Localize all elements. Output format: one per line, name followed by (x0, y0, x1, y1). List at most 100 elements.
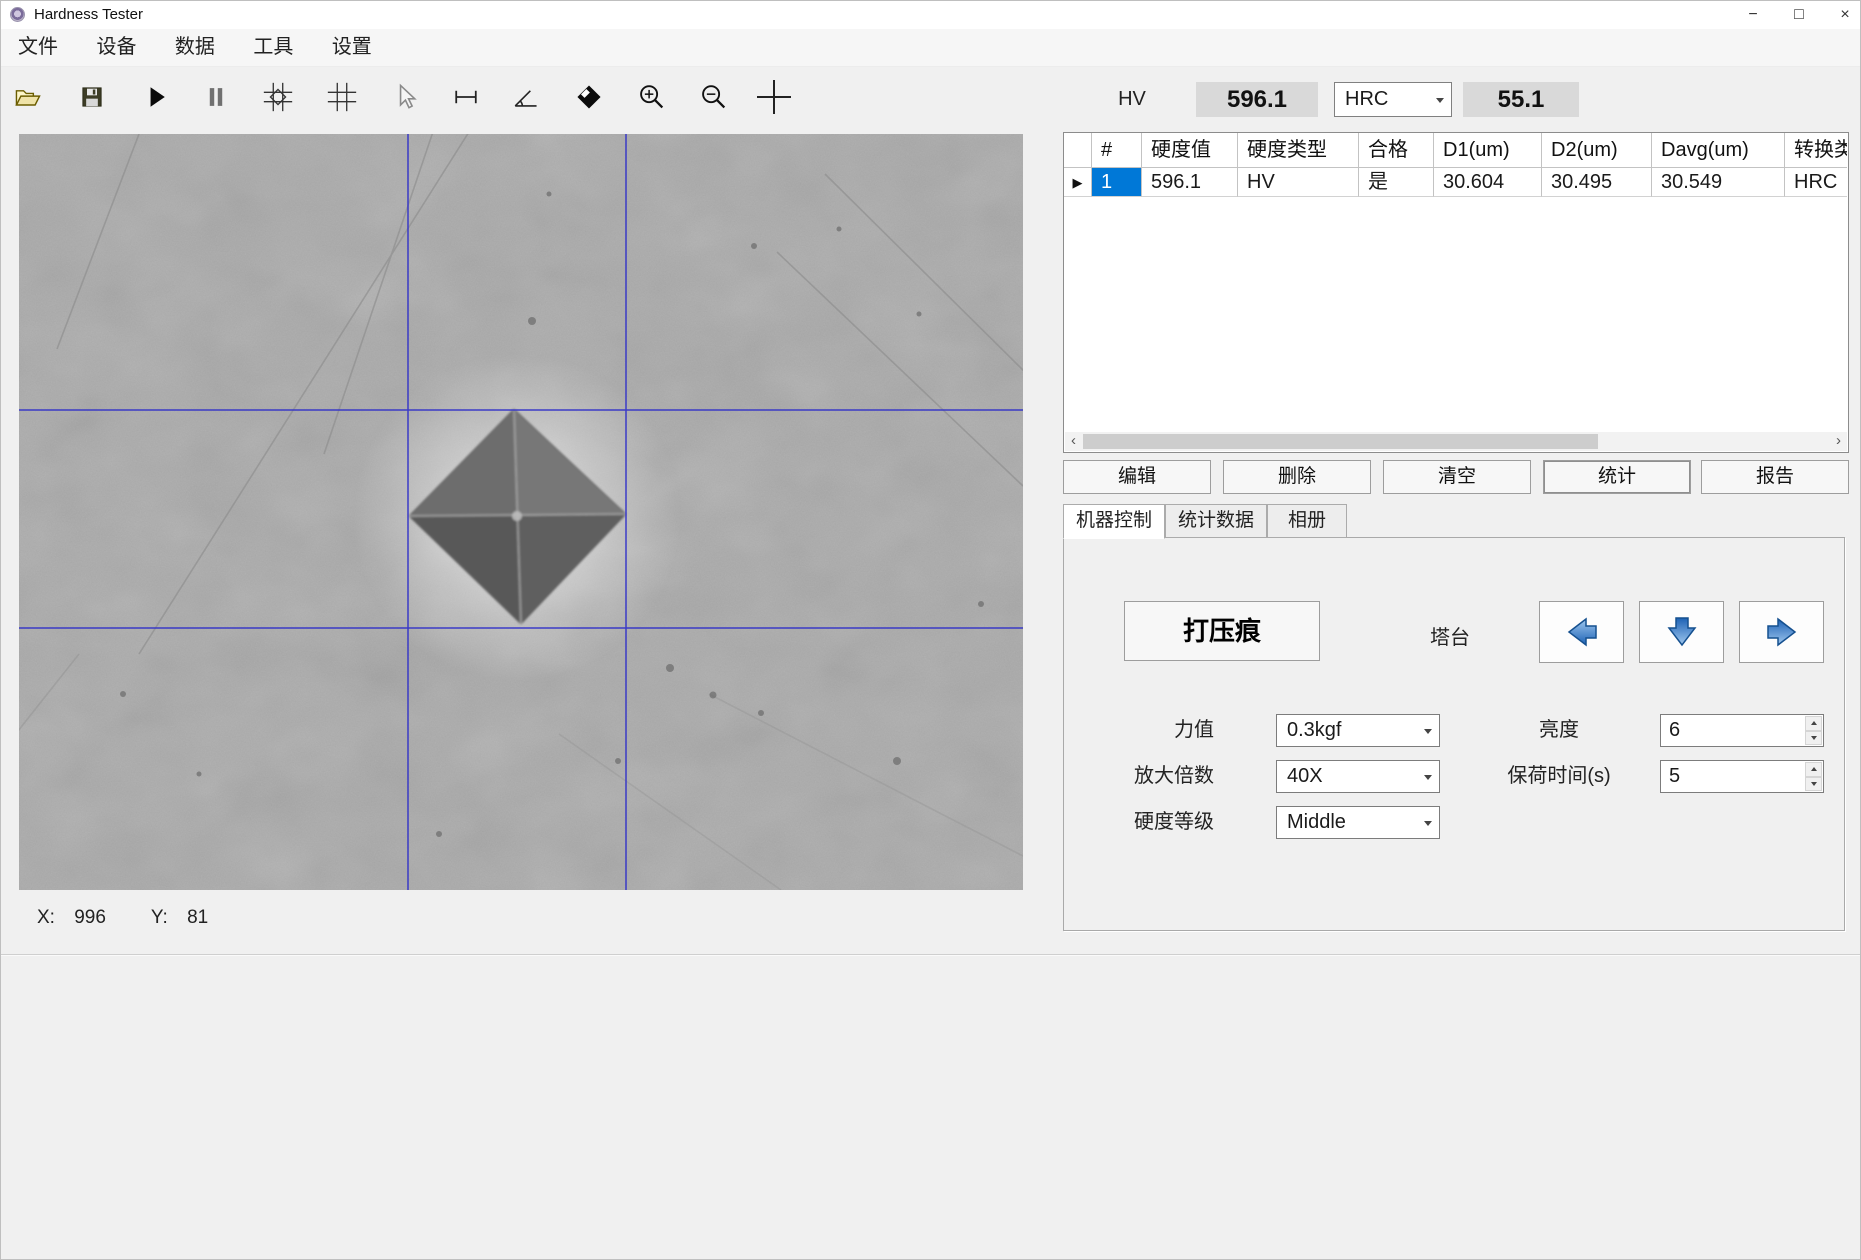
brightness-spinbox[interactable]: 6 (1660, 714, 1824, 747)
chevron-down-icon (1436, 98, 1444, 103)
crosshair-icon[interactable] (754, 77, 794, 117)
app-icon (10, 7, 25, 22)
menu-bar: 文件 设备 数据 工具 设置 (1, 29, 1860, 67)
cell-d2[interactable]: 30.495 (1542, 168, 1652, 197)
save-icon[interactable] (72, 77, 112, 117)
row-selector-cell: ▶ (1064, 168, 1092, 197)
grid-icon[interactable] (322, 77, 362, 117)
length-measure-icon[interactable] (446, 77, 486, 117)
turret-left-button[interactable] (1539, 601, 1624, 663)
angle-measure-icon[interactable] (505, 77, 545, 117)
turret-label: 塔台 (1405, 621, 1495, 650)
spin-down-button[interactable] (1805, 731, 1822, 746)
col-num[interactable]: # (1092, 133, 1142, 168)
scroll-right-arrow[interactable]: › (1830, 432, 1847, 451)
menu-file[interactable]: 文件 (1, 29, 75, 66)
hardness-level-combobox[interactable]: Middle (1276, 806, 1440, 839)
maximize-button[interactable]: □ (1782, 1, 1816, 28)
cursor-icon[interactable] (385, 77, 425, 117)
col-hardness[interactable]: 硬度值 (1142, 133, 1238, 168)
col-hardness-type[interactable]: 硬度类型 (1238, 133, 1359, 168)
scroll-left-arrow[interactable]: ‹ (1065, 432, 1082, 451)
menu-data[interactable]: 数据 (158, 29, 232, 66)
magnification-value: 40X (1287, 765, 1323, 787)
magnification-label: 放大倍数 (1084, 760, 1214, 793)
menu-settings[interactable]: 设置 (315, 29, 389, 66)
cell-davg[interactable]: 30.549 (1652, 168, 1785, 197)
eraser-icon[interactable] (569, 77, 609, 117)
col-davg[interactable]: Davg(um) (1652, 133, 1785, 168)
col-d2[interactable]: D2(um) (1542, 133, 1652, 168)
menu-tools[interactable]: 工具 (236, 29, 310, 66)
cell-hardness-type[interactable]: HV (1238, 168, 1359, 197)
force-value: 0.3kgf (1287, 719, 1341, 741)
camera-view[interactable] (19, 134, 1023, 890)
statistics-button[interactable]: 统计 (1543, 460, 1691, 494)
turret-right-button[interactable] (1739, 601, 1824, 663)
clear-button[interactable]: 清空 (1383, 460, 1531, 494)
close-button[interactable]: × (1828, 1, 1861, 28)
play-icon[interactable] (135, 77, 175, 117)
window-title: Hardness Tester (34, 6, 143, 23)
y-label: Y: (151, 907, 168, 928)
cell-hardness[interactable]: 596.1 (1142, 168, 1238, 197)
minimize-button[interactable]: − (1736, 1, 1770, 28)
spin-up-button[interactable] (1805, 762, 1822, 777)
chevron-down-icon (1424, 729, 1432, 734)
arrow-down-icon (1662, 612, 1702, 652)
cell-conversion[interactable]: HRC (1785, 168, 1847, 197)
conversion-value: 55.1 (1463, 82, 1579, 117)
force-label: 力值 (1084, 714, 1214, 747)
cell-d1[interactable]: 30.604 (1434, 168, 1542, 197)
magnification-combobox[interactable]: 40X (1276, 760, 1440, 793)
hv-value: 596.1 (1196, 82, 1318, 117)
cell-num[interactable]: 1 (1092, 168, 1142, 197)
machine-control-panel: 打压痕 塔台 力值 0.3kgf 放大倍数 (1063, 537, 1845, 931)
pause-icon[interactable] (196, 77, 236, 117)
turret-down-button[interactable] (1639, 601, 1724, 663)
zoom-in-icon[interactable] (631, 77, 671, 117)
conversion-scale-combobox[interactable]: HRC (1334, 82, 1452, 117)
spin-down-button[interactable] (1805, 777, 1822, 792)
status-bar: X: 996 Y: 81 (37, 907, 222, 929)
results-table: # 硬度值 硬度类型 合格 D1(um) D2(um) Davg(um) 转换类… (1063, 132, 1849, 453)
tab-album[interactable]: 相册 (1267, 504, 1347, 538)
row-selector-header (1064, 133, 1092, 168)
dwell-time-value: 5 (1669, 765, 1680, 787)
col-pass[interactable]: 合格 (1359, 133, 1434, 168)
triangle-down-icon (1811, 736, 1817, 740)
table-header-row: # 硬度值 硬度类型 合格 D1(um) D2(um) Davg(um) 转换类 (1064, 133, 1848, 168)
make-indent-button[interactable]: 打压痕 (1124, 601, 1320, 661)
col-d1[interactable]: D1(um) (1434, 133, 1542, 168)
spin-up-button[interactable] (1805, 716, 1822, 731)
specimen-image (19, 134, 1023, 890)
brightness-value: 6 (1669, 719, 1680, 741)
triangle-up-icon (1811, 721, 1817, 725)
indent-target-icon[interactable] (258, 77, 298, 117)
tab-machine-control[interactable]: 机器控制 (1063, 504, 1165, 539)
title-bar: Hardness Tester − □ × (1, 1, 1860, 29)
tab-statistics-data[interactable]: 统计数据 (1165, 504, 1267, 538)
cell-pass[interactable]: 是 (1359, 168, 1434, 197)
delete-button[interactable]: 删除 (1223, 460, 1371, 494)
report-button[interactable]: 报告 (1701, 460, 1849, 494)
col-conversion[interactable]: 转换类 (1785, 133, 1847, 168)
toolbar (1, 67, 1061, 127)
menu-device[interactable]: 设备 (79, 29, 153, 66)
x-label: X: (37, 907, 55, 928)
hardness-level-label: 硬度等级 (1084, 806, 1214, 839)
table-horizontal-scrollbar[interactable]: ‹ › (1065, 432, 1847, 451)
edit-button[interactable]: 编辑 (1063, 460, 1211, 494)
brightness-label: 亮度 (1464, 714, 1654, 747)
scrollbar-thumb[interactable] (1083, 434, 1598, 449)
chevron-down-icon (1424, 821, 1432, 826)
arrow-left-icon (1562, 612, 1602, 652)
hv-label: HV (1097, 82, 1167, 117)
triangle-up-icon (1811, 767, 1817, 771)
dwell-time-label: 保荷时间(s) (1464, 760, 1654, 793)
open-file-icon[interactable] (8, 77, 48, 117)
force-combobox[interactable]: 0.3kgf (1276, 714, 1440, 747)
table-row[interactable]: ▶ 1 596.1 HV 是 30.604 30.495 30.549 HRC (1064, 168, 1848, 197)
dwell-time-spinbox[interactable]: 5 (1660, 760, 1824, 793)
zoom-out-icon[interactable] (693, 77, 733, 117)
